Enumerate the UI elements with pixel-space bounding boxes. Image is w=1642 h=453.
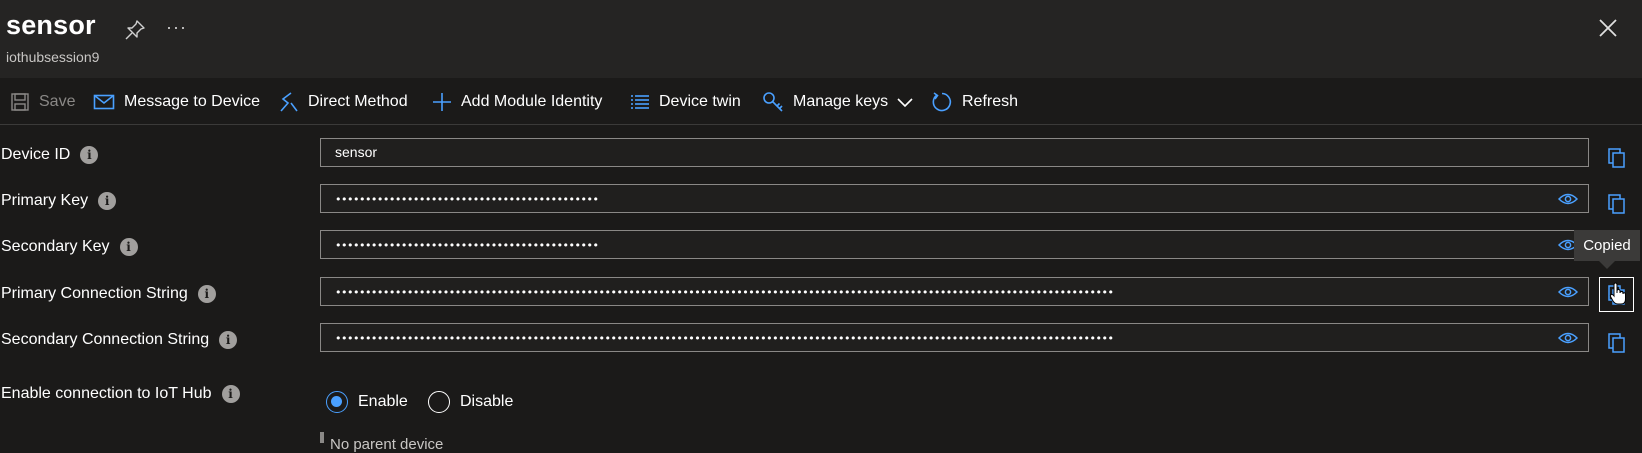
info-icon[interactable]: i bbox=[98, 192, 117, 210]
chevron-down-icon bbox=[897, 98, 913, 108]
enable-connection-label-text: Enable connection to IoT Hub bbox=[1, 385, 212, 402]
secondary-key-label: Secondary Key i bbox=[1, 238, 138, 256]
copy-icon[interactable] bbox=[1607, 193, 1627, 215]
message-to-device-button[interactable]: Message to Device bbox=[93, 89, 260, 115]
device-twin-label: Device twin bbox=[659, 93, 741, 110]
message-to-device-label: Message to Device bbox=[124, 93, 261, 110]
disable-radio-label: Disable bbox=[460, 393, 514, 410]
device-twin-button[interactable]: Device twin bbox=[630, 89, 741, 115]
info-icon[interactable]: i bbox=[221, 385, 240, 403]
copy-button-focused[interactable] bbox=[1599, 277, 1634, 312]
info-bar-accent bbox=[320, 432, 324, 443]
direct-method-icon bbox=[280, 92, 298, 112]
secondary-key-field[interactable]: ••••••••••••••••••••••••••••••••••••••••… bbox=[320, 230, 1589, 259]
enable-connection-label: Enable connection to IoT Hub i bbox=[1, 385, 240, 403]
eye-icon[interactable] bbox=[1558, 192, 1578, 206]
secondary-connection-string-value: ••••••••••••••••••••••••••••••••••••••••… bbox=[335, 332, 1114, 345]
secondary-connection-string-field[interactable]: ••••••••••••••••••••••••••••••••••••••••… bbox=[320, 323, 1589, 352]
eye-icon[interactable] bbox=[1558, 285, 1578, 299]
pin-icon[interactable] bbox=[124, 19, 146, 41]
primary-connection-string-value: ••••••••••••••••••••••••••••••••••••••••… bbox=[335, 286, 1114, 299]
enable-radio-label: Enable bbox=[358, 393, 408, 410]
more-options-icon[interactable]: ··· bbox=[166, 17, 187, 38]
manage-keys-button[interactable]: Manage keys bbox=[762, 89, 914, 115]
primary-connection-string-label: Primary Connection String i bbox=[1, 285, 216, 303]
primary-connection-string-label-text: Primary Connection String bbox=[1, 285, 188, 302]
copy-icon[interactable] bbox=[1607, 332, 1627, 354]
primary-key-label: Primary Key i bbox=[1, 192, 117, 210]
parent-device-text: No parent device bbox=[330, 436, 444, 453]
manage-keys-label: Manage keys bbox=[793, 93, 889, 110]
save-button[interactable]: Save bbox=[10, 89, 75, 115]
disable-radio[interactable]: Disable bbox=[428, 391, 513, 413]
secondary-connection-string-label: Secondary Connection String i bbox=[1, 331, 238, 349]
primary-connection-string-field[interactable]: ••••••••••••••••••••••••••••••••••••••••… bbox=[320, 277, 1589, 306]
hand-cursor-icon bbox=[1609, 282, 1626, 305]
close-icon[interactable] bbox=[1597, 17, 1619, 39]
key-icon bbox=[763, 92, 783, 112]
blade-header: sensor ··· iothubsession9 bbox=[0, 0, 1642, 78]
copied-tooltip: Copied bbox=[1574, 230, 1640, 261]
info-icon[interactable]: i bbox=[197, 285, 216, 303]
copy-icon[interactable] bbox=[1607, 147, 1627, 169]
eye-icon[interactable] bbox=[1558, 331, 1578, 345]
direct-method-label: Direct Method bbox=[308, 93, 408, 110]
direct-method-button[interactable]: Direct Method bbox=[279, 89, 408, 115]
primary-key-label-text: Primary Key bbox=[1, 192, 89, 209]
enable-radio[interactable]: Enable bbox=[326, 391, 408, 413]
mail-icon bbox=[93, 94, 115, 110]
command-bar: Save Message to Device Direct Method Add… bbox=[0, 80, 1642, 125]
secondary-connection-string-label-text: Secondary Connection String bbox=[1, 331, 210, 348]
add-module-identity-button[interactable]: Add Module Identity bbox=[432, 89, 602, 115]
secondary-key-value: ••••••••••••••••••••••••••••••••••••••••… bbox=[335, 239, 599, 252]
page-title: sensor bbox=[6, 10, 96, 40]
refresh-icon bbox=[932, 92, 952, 112]
refresh-label: Refresh bbox=[962, 93, 1019, 110]
radio-checked-icon bbox=[326, 391, 348, 413]
secondary-key-label-text: Secondary Key bbox=[1, 238, 110, 255]
add-module-identity-label: Add Module Identity bbox=[461, 93, 603, 110]
list-icon bbox=[631, 95, 649, 109]
plus-icon bbox=[433, 93, 451, 111]
radio-unchecked-icon bbox=[428, 391, 450, 413]
tooltip-arrow bbox=[1599, 261, 1615, 269]
save-label: Save bbox=[39, 93, 76, 110]
primary-key-value: ••••••••••••••••••••••••••••••••••••••••… bbox=[335, 193, 599, 206]
info-icon[interactable]: i bbox=[80, 146, 99, 164]
info-icon[interactable]: i bbox=[119, 238, 138, 256]
info-icon[interactable]: i bbox=[219, 331, 238, 349]
save-icon bbox=[11, 93, 29, 111]
device-id-label-text: Device ID bbox=[1, 146, 71, 163]
device-id-label: Device ID i bbox=[1, 146, 99, 164]
primary-key-field[interactable]: ••••••••••••••••••••••••••••••••••••••••… bbox=[320, 184, 1589, 213]
refresh-button[interactable]: Refresh bbox=[931, 89, 1018, 115]
device-id-field[interactable]: sensor bbox=[320, 138, 1589, 167]
page-subtitle: iothubsession9 bbox=[6, 49, 100, 65]
